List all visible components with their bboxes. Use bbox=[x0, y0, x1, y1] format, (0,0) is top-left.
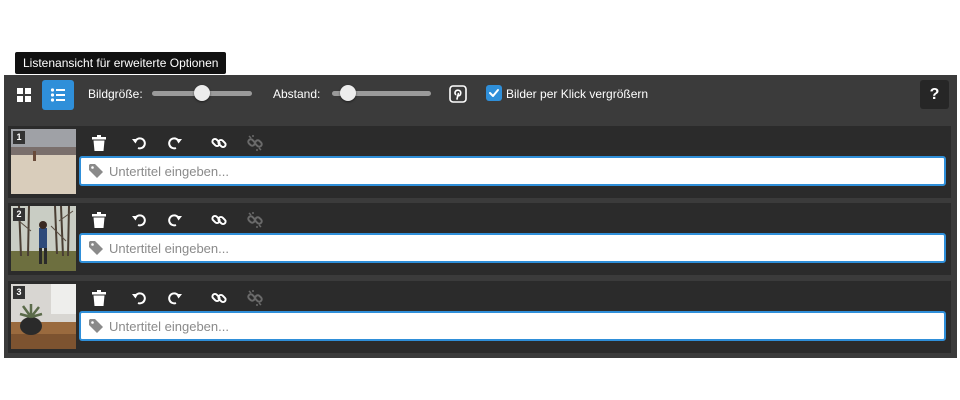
link-button[interactable] bbox=[209, 288, 229, 308]
unlink-button[interactable] bbox=[245, 288, 265, 308]
spacing-label: Abstand: bbox=[273, 87, 321, 101]
image-size-slider-knob[interactable] bbox=[194, 85, 210, 101]
image-number-badge: 2 bbox=[13, 208, 25, 221]
image-size-label: Bildgröße: bbox=[88, 87, 143, 101]
tag-icon bbox=[89, 241, 103, 255]
caption-field-3 bbox=[79, 311, 946, 341]
pinterest-icon bbox=[449, 85, 467, 103]
image-size-slider[interactable] bbox=[152, 85, 252, 101]
caption-field-2 bbox=[79, 233, 946, 263]
image-thumbnail-2[interactable]: 2 bbox=[11, 206, 76, 271]
image-number-badge: 1 bbox=[13, 131, 25, 144]
link-icon bbox=[211, 137, 227, 149]
delete-button[interactable] bbox=[89, 210, 109, 230]
pinterest-button[interactable] bbox=[449, 85, 467, 103]
rotate-left-icon bbox=[132, 292, 146, 305]
grid-icon bbox=[17, 88, 31, 102]
checkmark-icon bbox=[489, 89, 499, 97]
trash-icon bbox=[92, 135, 106, 151]
tag-icon bbox=[89, 164, 103, 178]
unlink-button[interactable] bbox=[245, 133, 265, 153]
enlarge-on-click-label[interactable]: Bilder per Klick vergrößern bbox=[506, 87, 648, 101]
trash-icon bbox=[92, 290, 106, 306]
link-button[interactable] bbox=[209, 210, 229, 230]
image-row-2: 2 bbox=[8, 203, 951, 275]
caption-input[interactable] bbox=[109, 158, 929, 184]
rotate-left-icon bbox=[132, 214, 146, 227]
rotate-left-button[interactable] bbox=[129, 210, 149, 230]
unlink-icon bbox=[247, 212, 263, 228]
unlink-icon bbox=[247, 135, 263, 151]
rotate-right-icon bbox=[168, 292, 182, 305]
caption-input[interactable] bbox=[109, 235, 929, 261]
image-number-badge: 3 bbox=[13, 286, 25, 299]
spacing-slider[interactable] bbox=[332, 85, 431, 101]
rotate-right-icon bbox=[168, 214, 182, 227]
delete-button[interactable] bbox=[89, 133, 109, 153]
list-icon bbox=[50, 88, 65, 102]
rotate-left-button[interactable] bbox=[129, 133, 149, 153]
gallery-editor-panel: Bildgröße: Abstand: Bilder per Klick ver… bbox=[4, 75, 957, 358]
unlink-icon bbox=[247, 290, 263, 306]
link-icon bbox=[211, 292, 227, 304]
spacing-slider-knob[interactable] bbox=[340, 85, 357, 101]
image-thumbnail-1[interactable]: 1 bbox=[11, 129, 76, 194]
rotate-left-icon bbox=[132, 137, 146, 150]
image-row-3: 3 bbox=[8, 281, 951, 353]
rotate-right-button[interactable] bbox=[165, 288, 185, 308]
rotate-right-button[interactable] bbox=[165, 133, 185, 153]
unlink-button[interactable] bbox=[245, 210, 265, 230]
rotate-left-button[interactable] bbox=[129, 288, 149, 308]
rotate-right-button[interactable] bbox=[165, 210, 185, 230]
enlarge-on-click-checkbox[interactable] bbox=[486, 85, 502, 101]
grid-view-button[interactable] bbox=[8, 80, 40, 110]
tooltip-list-view: Listenansicht für erweiterte Optionen bbox=[15, 52, 227, 74]
caption-input[interactable] bbox=[109, 313, 929, 339]
rotate-right-icon bbox=[168, 137, 182, 150]
link-button[interactable] bbox=[209, 133, 229, 153]
image-row-1: 1 bbox=[8, 126, 951, 198]
image-thumbnail-3[interactable]: 3 bbox=[11, 284, 76, 349]
list-view-button[interactable] bbox=[42, 80, 74, 110]
toolbar: Bildgröße: Abstand: Bilder per Klick ver… bbox=[4, 75, 957, 123]
delete-button[interactable] bbox=[89, 288, 109, 308]
tag-icon bbox=[89, 319, 103, 333]
help-button[interactable]: ? bbox=[920, 80, 949, 109]
trash-icon bbox=[92, 212, 106, 228]
caption-field-1 bbox=[79, 156, 946, 186]
link-icon bbox=[211, 214, 227, 226]
